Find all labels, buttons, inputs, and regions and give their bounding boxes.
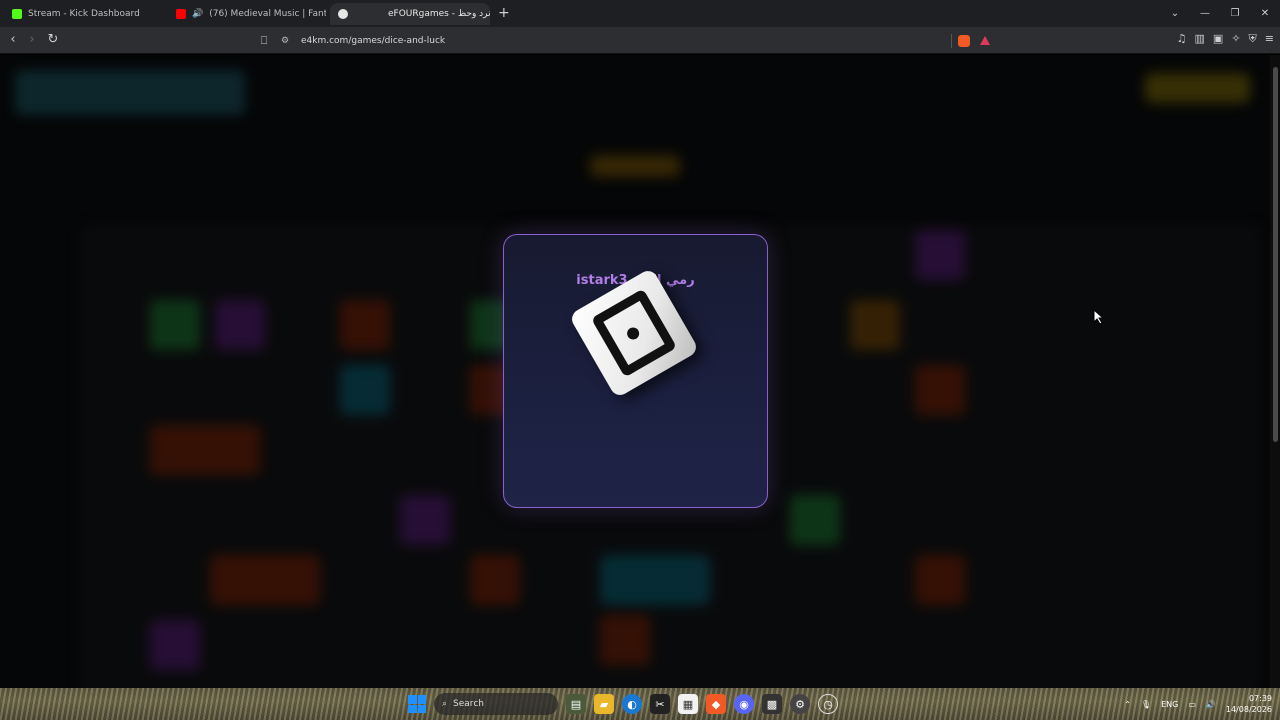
brave-shields-icon[interactable] [958, 34, 970, 47]
tile [915, 555, 965, 605]
close-window-button[interactable]: ✕ [1250, 8, 1280, 19]
tab-kick-dashboard[interactable]: Stream - Kick Dashboard [4, 3, 164, 25]
system-tray: ⌃ 🎙 ENG ▭ 🔊 07:39 14/08/2026 [1124, 692, 1272, 716]
sidebar-icon[interactable]: ▥ [1195, 32, 1205, 46]
volume-icon[interactable]: 🔊 [1206, 700, 1216, 709]
browser-toolbar: ‹ › ↻ ⎕ ⚙ e4km.com/games/dice-and-luck ♫… [0, 27, 1280, 54]
wallet-icon[interactable]: ▣ [1213, 32, 1223, 46]
widgets-icon[interactable]: ▤ [566, 694, 586, 714]
maximize-button[interactable]: ❐ [1220, 8, 1250, 19]
microphone-icon[interactable]: 🎙 [1141, 700, 1151, 709]
forward-icon[interactable]: › [24, 32, 40, 47]
site-icon [338, 9, 348, 19]
page-scrollbar[interactable] [1270, 55, 1280, 688]
network-icon[interactable]: ▭ [1188, 700, 1196, 709]
language-indicator[interactable]: ENG [1161, 700, 1178, 709]
tile [915, 365, 965, 415]
tab-title: eFOURgames - نرد وحظ [388, 9, 490, 19]
capcut-icon[interactable]: ✂ [650, 694, 670, 714]
kick-icon [12, 9, 22, 19]
tile [150, 425, 260, 475]
brave-icon[interactable]: ◆ [706, 694, 726, 714]
store-icon[interactable]: ▦ [678, 694, 698, 714]
brave-rewards-icon[interactable] [980, 36, 990, 45]
tile [915, 230, 965, 280]
tab-search-icon[interactable]: ⌄ [1160, 8, 1190, 19]
windows-start-icon[interactable] [408, 695, 426, 713]
tile [600, 615, 650, 665]
media-icon[interactable]: ♫ [1177, 32, 1187, 46]
vpn-icon[interactable]: ⛨ [1249, 32, 1257, 46]
new-tab-button[interactable]: + [498, 5, 510, 21]
tray-overflow-icon[interactable]: ⌃ [1124, 700, 1131, 709]
discord-icon[interactable]: ◉ [734, 694, 754, 714]
menu-icon[interactable]: ≡ [1265, 32, 1274, 46]
tile [150, 300, 200, 350]
url-text[interactable]: e4km.com/games/dice-and-luck [301, 36, 445, 46]
youtube-icon [176, 9, 186, 19]
tab-efourgames[interactable]: eFOURgames - نرد وحظ ✕ [330, 3, 490, 25]
file-explorer-icon[interactable]: ▰ [594, 694, 614, 714]
clock-date: 14/08/2026 [1225, 705, 1272, 714]
clock[interactable]: 07:39 14/08/2026 [1226, 693, 1272, 715]
search-placeholder: Search [453, 699, 484, 709]
tile [850, 300, 900, 350]
reload-icon[interactable]: ↻ [45, 32, 61, 47]
tile [340, 365, 390, 415]
tile [210, 555, 320, 605]
leo-ai-icon[interactable]: ✧ [1231, 32, 1240, 46]
header-button [1145, 73, 1250, 103]
settings-icon[interactable]: ⚙ [790, 694, 810, 714]
tile [790, 495, 840, 545]
site-info-icon[interactable]: ⚙ [281, 36, 295, 46]
logo-area [15, 70, 245, 115]
tab-medieval-music[interactable]: 🔊 (76) Medieval Music | Fantasy Pla [168, 3, 326, 25]
minimize-button[interactable]: — [1190, 8, 1220, 19]
scrollbar-thumb[interactable] [1273, 67, 1278, 442]
tab-strip: Stream - Kick Dashboard 🔊 (76) Medieval … [0, 0, 1280, 27]
bookmark-icon[interactable]: ⎕ [255, 34, 273, 48]
divider [951, 33, 952, 48]
tile [400, 495, 450, 545]
windows-taskbar: ⌕ Search ▤ ▰ ◐ ✂ ▦ ◆ ◉ ▩ ⚙ ◷ ⌃ 🎙 ENG ▭ 🔊… [0, 688, 1280, 720]
tile [600, 555, 710, 605]
timer-icon[interactable]: ◷ [818, 694, 838, 714]
tile [150, 620, 200, 670]
window-controls: ⌄ — ❐ ✕ [1160, 0, 1280, 27]
tile [215, 300, 265, 350]
tab-title: (76) Medieval Music | Fantasy Pla [209, 9, 326, 19]
toolbar-actions: ♫ ▥ ▣ ✧ ⛨ ≡ [1177, 32, 1274, 46]
clock-time: 07:39 [1248, 694, 1272, 703]
obs-icon[interactable]: ▩ [762, 694, 782, 714]
back-icon[interactable]: ‹ [5, 32, 21, 47]
tab-title: Stream - Kick Dashboard [28, 9, 140, 19]
edge-icon[interactable]: ◐ [622, 694, 642, 714]
search-icon: ⌕ [442, 699, 448, 709]
tile [470, 555, 520, 605]
speaker-icon: 🔊 [192, 9, 204, 19]
mouse-cursor-icon [1093, 309, 1105, 325]
taskbar-apps: ⌕ Search ▤ ▰ ◐ ✂ ▦ ◆ ◉ ▩ ⚙ ◷ [408, 692, 838, 716]
address-bar[interactable]: ⎕ ⚙ e4km.com/games/dice-and-luck [255, 30, 1000, 51]
taskbar-search[interactable]: ⌕ Search [434, 693, 558, 715]
tile [340, 300, 390, 350]
game-button [590, 155, 680, 177]
